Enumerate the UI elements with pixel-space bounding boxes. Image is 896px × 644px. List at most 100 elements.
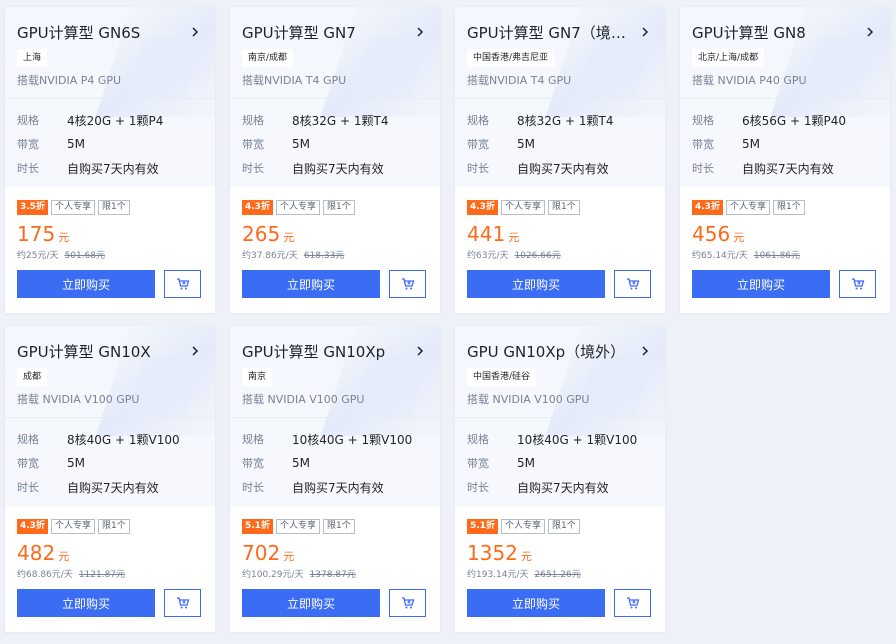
region-badge: 北京/上海/成都	[692, 49, 765, 67]
product-title[interactable]: GPU计算型 GN7	[242, 22, 356, 43]
chevron-right-icon[interactable]	[412, 343, 428, 359]
tag-list: 4.3折 个人专享 限1个	[692, 199, 878, 216]
price-row: 265 元	[242, 222, 428, 246]
divider	[5, 417, 215, 418]
gpu-description: 搭载 NVIDIA P40 GPU	[692, 74, 807, 87]
limit-tag: 限1个	[772, 200, 805, 215]
chevron-right-icon[interactable]	[637, 343, 653, 359]
duration-label: 时长	[242, 162, 264, 175]
price-row: 456 元	[692, 222, 878, 246]
duration-value: 自购买7天内有效	[292, 480, 384, 495]
gpu-description: 搭载NVIDIA T4 GPU	[467, 74, 572, 87]
spec-value: 8核40G + 1颗V100	[67, 432, 180, 447]
buy-now-button[interactable]: 立即购买	[467, 270, 605, 298]
price-row: 441 元	[467, 222, 653, 246]
card-header: GPU GN10Xp（境外） 中国香港/硅谷 搭载 NVIDIA V100 GP…	[455, 326, 665, 506]
product-title[interactable]: GPU计算型 GN7（境外）	[467, 22, 637, 43]
chevron-right-icon[interactable]	[187, 24, 203, 40]
product-title[interactable]: GPU计算型 GN8	[692, 22, 806, 43]
product-card: GPU计算型 GN6S 上海 搭载NVIDIA P4 GPU 规格 4核20G …	[5, 7, 215, 313]
tag-list: 4.3折 个人专享 限1个	[467, 199, 653, 216]
add-to-cart-button[interactable]	[389, 270, 426, 298]
tag-list: 5.1折 个人专享 限1个	[242, 518, 428, 535]
buy-now-button[interactable]: 立即购买	[692, 270, 830, 298]
add-to-cart-button[interactable]	[614, 589, 651, 617]
bandwidth-value: 5M	[517, 456, 535, 470]
card-actions: 立即购买	[242, 270, 428, 298]
spec-row-bandwidth: 带宽 5M	[242, 132, 428, 156]
card-title-row[interactable]: GPU计算型 GN7（境外）	[467, 21, 653, 43]
divider	[455, 417, 665, 418]
original-price: 1378.87元	[309, 570, 356, 580]
duration-value: 自购买7天内有效	[517, 161, 609, 176]
daily-price: 约37.86元/天	[242, 251, 298, 261]
decorative-background	[800, 37, 880, 97]
price-value: 702	[242, 541, 281, 565]
spec-list: 规格 8核40G + 1颗V100 带宽 5M 时长 自购买7天内有效	[17, 427, 203, 499]
decorative-background	[125, 37, 205, 97]
price-unit: 元	[283, 231, 295, 244]
limit-tag: 限1个	[547, 519, 580, 534]
card-title-row[interactable]: GPU计算型 GN10X	[17, 340, 203, 362]
buy-now-button[interactable]: 立即购买	[242, 270, 380, 298]
chevron-right-icon[interactable]	[187, 343, 203, 359]
original-price: 618.33元	[303, 251, 345, 261]
add-to-cart-button[interactable]	[614, 270, 651, 298]
spec-list: 规格 8核32G + 1颗T4 带宽 5M 时长 自购买7天内有效	[467, 108, 653, 180]
bandwidth-value: 5M	[292, 456, 310, 470]
limit-tag: 限1个	[322, 200, 355, 215]
add-to-cart-button[interactable]	[389, 589, 426, 617]
card-title-row[interactable]: GPU计算型 GN7	[242, 21, 428, 43]
spec-value: 6核56G + 1颗P40	[742, 113, 847, 128]
price-value: 456	[692, 222, 731, 246]
buy-now-button[interactable]: 立即购买	[467, 589, 605, 617]
product-card: GPU计算型 GN10X 成都 搭载 NVIDIA V100 GPU 规格 8核…	[5, 326, 215, 632]
card-title-row[interactable]: GPU计算型 GN6S	[17, 21, 203, 43]
card-title-row[interactable]: GPU GN10Xp（境外）	[467, 340, 653, 362]
price-unit: 元	[733, 231, 745, 244]
original-price: 501.68元	[64, 251, 106, 261]
add-to-cart-button[interactable]	[164, 589, 201, 617]
daily-price: 约25元/天	[17, 251, 59, 261]
product-title[interactable]: GPU计算型 GN6S	[17, 22, 140, 43]
duration-label: 时长	[692, 162, 714, 175]
card-title-row[interactable]: GPU计算型 GN10Xp	[242, 340, 428, 362]
spec-label: 规格	[17, 433, 39, 446]
price-detail: 约68.86元/天 1121.87元	[17, 567, 203, 580]
price-unit: 元	[508, 231, 520, 244]
card-actions: 立即购买	[467, 589, 653, 617]
gpu-description: 搭载NVIDIA T4 GPU	[242, 74, 347, 87]
card-header: GPU计算型 GN8 北京/上海/成都 搭载 NVIDIA P40 GPU 规格…	[680, 7, 890, 187]
price-row: 175 元	[17, 222, 203, 246]
bandwidth-value: 5M	[517, 137, 535, 151]
buy-now-button[interactable]: 立即购买	[17, 270, 155, 298]
price-value: 441	[467, 222, 506, 246]
spec-label: 规格	[692, 114, 714, 127]
bandwidth-label: 带宽	[242, 457, 264, 470]
spec-value: 10核40G + 1颗V100	[517, 432, 638, 447]
buy-now-button[interactable]: 立即购买	[242, 589, 380, 617]
price-value: 482	[17, 541, 56, 565]
chevron-right-icon[interactable]	[637, 24, 653, 40]
card-title-row[interactable]: GPU计算型 GN8	[692, 21, 878, 43]
price-detail: 约63元/天 1026.66元	[467, 248, 653, 261]
decorative-background	[350, 37, 430, 97]
card-header: GPU计算型 GN6S 上海 搭载NVIDIA P4 GPU 规格 4核20G …	[5, 7, 215, 187]
chevron-right-icon[interactable]	[412, 24, 428, 40]
add-to-cart-button[interactable]	[164, 270, 201, 298]
product-title[interactable]: GPU计算型 GN10X	[17, 341, 151, 362]
discount-badge: 3.5折	[17, 200, 48, 215]
decorative-background	[350, 356, 430, 416]
duration-value: 自购买7天内有效	[292, 161, 384, 176]
original-price: 2651.26元	[534, 570, 581, 580]
product-title[interactable]: GPU计算型 GN10Xp	[242, 341, 385, 362]
bandwidth-value: 5M	[67, 137, 85, 151]
price-detail: 约100.29元/天 1378.87元	[242, 567, 428, 580]
add-to-cart-button[interactable]	[839, 270, 876, 298]
duration-label: 时长	[467, 481, 489, 494]
original-price: 1121.87元	[78, 570, 126, 580]
buy-now-button[interactable]: 立即购买	[17, 589, 155, 617]
spec-row-duration: 时长 自购买7天内有效	[17, 156, 203, 180]
product-title[interactable]: GPU GN10Xp（境外）	[467, 341, 625, 362]
chevron-right-icon[interactable]	[862, 24, 878, 40]
